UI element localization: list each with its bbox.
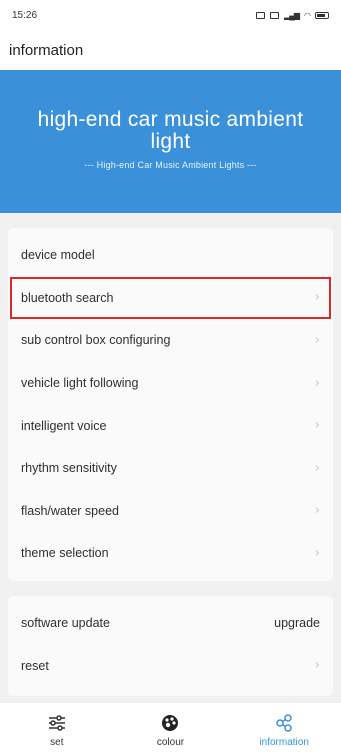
row-label: software update — [21, 616, 110, 631]
row-label: flash/water speed — [21, 503, 119, 518]
signal-icon: ▂▄▆ — [284, 10, 300, 20]
row-label: theme selection — [21, 546, 109, 561]
battery-icon — [315, 11, 329, 19]
reset-row[interactable]: reset › — [8, 645, 333, 688]
row-label: rhythm sensitivity — [21, 461, 117, 476]
chevron-right-icon: › — [314, 290, 320, 306]
share-icon — [274, 711, 294, 735]
rhythm-sensitivity-row[interactable]: rhythm sensitivity › — [8, 447, 333, 490]
row-label: vehicle light following — [21, 376, 139, 391]
flash-water-speed-row[interactable]: flash/water speed › — [8, 490, 333, 533]
banner-title: high-end car music ambient light — [37, 108, 304, 153]
wifi-icon: ◠ — [304, 10, 311, 20]
software-update-row[interactable]: software update upgrade — [8, 602, 333, 645]
chevron-right-icon: › — [314, 503, 320, 519]
status-bar: 15:26 ▂▄▆ ◠ — [0, 0, 341, 30]
sub-control-box-row[interactable]: sub control box configuring › — [8, 319, 333, 362]
top-bar: information — [0, 30, 341, 70]
notification-icon — [256, 11, 266, 19]
row-label: sub control box configuring — [21, 333, 171, 348]
chevron-right-icon: › — [314, 545, 320, 561]
row-label: reset — [21, 658, 49, 673]
tab-label: colour — [156, 736, 185, 748]
chevron-right-icon: › — [314, 460, 320, 476]
bluetooth-search-row[interactable]: bluetooth search › — [10, 276, 331, 320]
palette-icon — [160, 711, 180, 735]
settings-card: device model bluetooth search › sub cont… — [8, 228, 333, 581]
message-icon — [270, 11, 280, 19]
page-title: information — [9, 41, 84, 59]
row-label: device model — [21, 248, 95, 263]
chevron-right-icon: › — [314, 332, 320, 348]
device-model-row[interactable]: device model — [8, 234, 333, 277]
banner: high-end car music ambient light --- Hig… — [0, 70, 341, 213]
tab-label: set — [50, 736, 64, 748]
row-label: intelligent voice — [21, 418, 107, 433]
chevron-right-icon: › — [314, 658, 320, 674]
tab-colour[interactable]: colour — [120, 711, 220, 748]
sliders-icon — [47, 711, 67, 735]
tab-set[interactable]: set — [7, 711, 107, 748]
chevron-right-icon: › — [314, 418, 320, 434]
theme-selection-row[interactable]: theme selection › — [8, 532, 333, 575]
status-icons: ▂▄▆ ◠ — [256, 11, 329, 20]
tab-information[interactable]: information — [234, 711, 334, 748]
row-label: bluetooth search — [21, 290, 114, 305]
vehicle-light-following-row[interactable]: vehicle light following › — [8, 362, 333, 405]
tab-label: information — [259, 736, 309, 748]
intelligent-voice-row[interactable]: intelligent voice › — [8, 404, 333, 447]
status-time: 15:26 — [12, 9, 38, 21]
banner-subtitle: --- High-end Car Music Ambient Lights --… — [84, 160, 257, 170]
system-card: software update upgrade reset › — [8, 596, 333, 696]
upgrade-value: upgrade — [274, 616, 320, 631]
bottom-tab-bar: set colour information — [0, 703, 341, 755]
chevron-right-icon: › — [314, 375, 320, 391]
